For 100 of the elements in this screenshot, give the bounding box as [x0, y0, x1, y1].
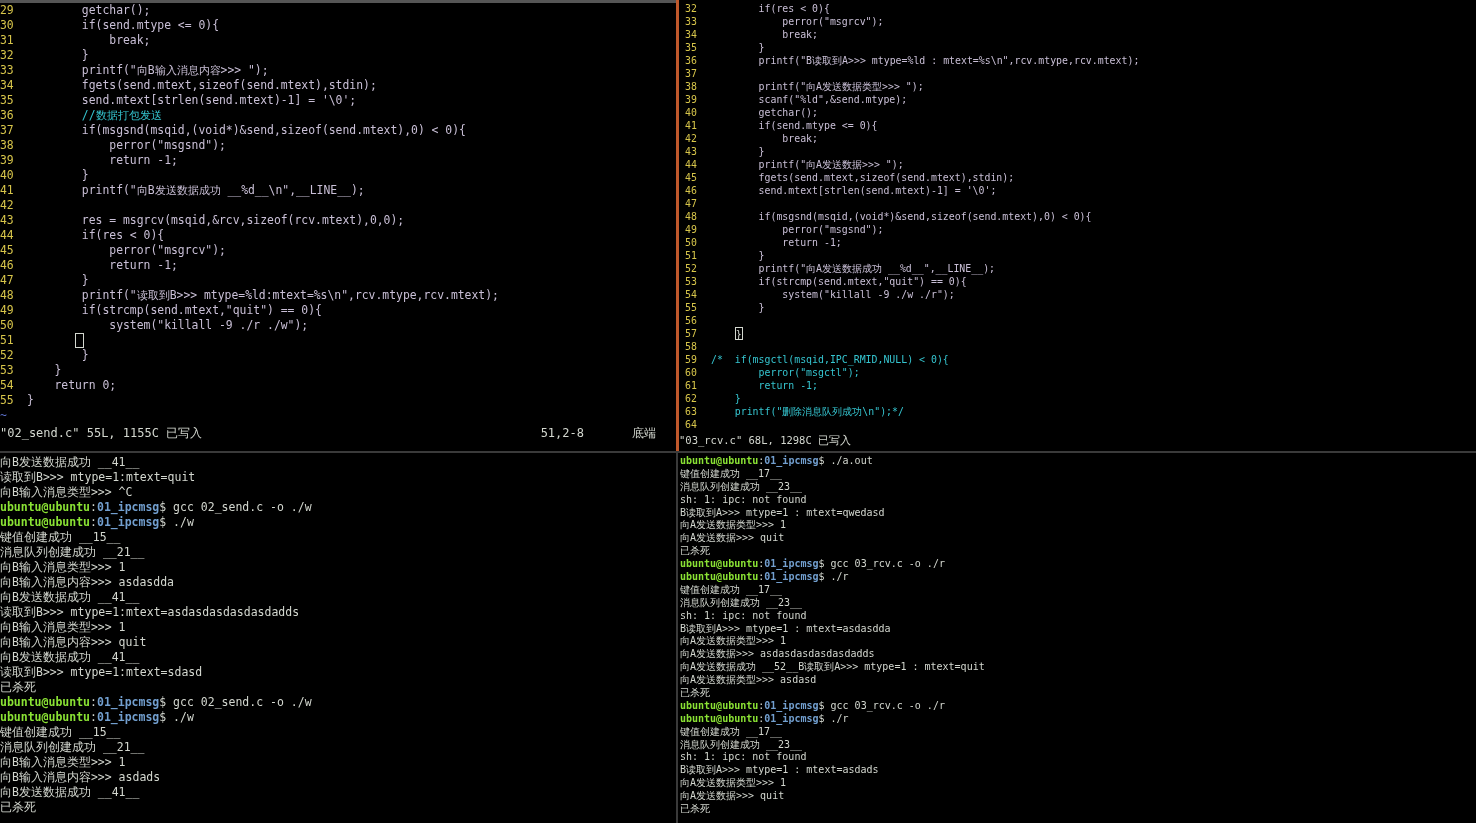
line-number: 39 [0, 153, 15, 168]
line-number: 49 [0, 303, 15, 318]
prompt-separator: : [90, 500, 97, 514]
line-number: 58 [684, 340, 698, 353]
prompt-path: 01_ipcmsg [96, 515, 160, 529]
terminal-output: 读取到B>>> mtype=1:mtext=quit [0, 470, 196, 484]
terminal-output: 向B输入消息类型>>> 1 [0, 620, 126, 634]
line-number: 42 [684, 132, 698, 145]
shell-command: $ ./r [818, 712, 849, 724]
prompt-user: ubuntu@ubuntu [0, 515, 90, 529]
code-line: if(send.mtype <= 0){ [80, 18, 220, 33]
code-line: return -1; [757, 379, 818, 392]
line-number: 37 [0, 123, 15, 138]
terminal-output: sh: 1: ipc: not found [680, 609, 807, 621]
terminal-output: 消息队列创建成功 __21__ [0, 740, 145, 754]
terminal-output: 向A发送数据>>> asdasdasdasdasdadds [680, 648, 875, 660]
line-number: 33 [684, 15, 698, 28]
terminal-output: 向A发送数据类型>>> 1 [680, 777, 787, 789]
code-line: perror("msgrcv"); [108, 243, 226, 258]
terminal-output: 读取到B>>> mtype=1:mtext=asdasdasdasdasdadds [0, 605, 300, 619]
terminal-output: 键值创建成功 __17__ [680, 583, 783, 595]
line-number: 47 [0, 273, 15, 288]
prompt-separator: : [758, 558, 765, 570]
code-line: if(strcmp(send.mtext,"quit") == 0){ [757, 275, 967, 288]
code-line: } [27, 393, 34, 408]
line-number: 36 [0, 108, 15, 123]
line-number: 45 [684, 171, 698, 184]
code-line: if(strcmp(send.mtext,"quit") == 0){ [80, 303, 322, 318]
cursor-position: 51,2-8 [540, 426, 584, 440]
prompt-path: 01_ipcmsg [96, 710, 160, 724]
code-line: if(msgsnd(msqid,(void*)&send,sizeof(send.mtext),0) < 0){ [80, 123, 466, 138]
terminal-output: 向A发送数据类型>>> 1 [680, 635, 787, 647]
empty-line-marker: ~ [0, 408, 7, 423]
code-line: return -1; [108, 258, 178, 273]
terminal-output: 消息队列创建成功 __21__ [0, 545, 145, 559]
line-number: 34 [0, 78, 15, 93]
line-number: 33 [0, 63, 15, 78]
code-line: perror("msgsnd"); [108, 138, 226, 153]
terminal-output: 向B输入消息类型>>> ^C [0, 485, 133, 499]
line-number: 50 [0, 318, 15, 333]
prompt-separator: : [758, 455, 765, 466]
code-line: if(send.mtype <= 0){ [757, 119, 878, 132]
terminal-output: 向B输入消息内容>>> quit [0, 635, 147, 649]
terminal-output: 向A发送数据类型>>> asdasd [680, 674, 817, 686]
code-line: perror("msgrcv"); [781, 15, 884, 28]
line-number: 37 [684, 67, 698, 80]
code-line: system("killall -9 ./w ./r"); [781, 288, 955, 301]
line-number: 51 [684, 249, 698, 262]
line-number: 50 [684, 236, 698, 249]
shell-command: $ ./w [159, 515, 194, 529]
code-line: } [757, 301, 765, 314]
file-info: "03_rcv.c" 68L, 1298C 已写入 [679, 434, 852, 448]
code-line: scanf("%ld",&send.mtype); [757, 93, 908, 106]
line-number: 60 [684, 366, 698, 379]
line-number: 61 [684, 379, 698, 392]
line-number: 36 [684, 54, 698, 67]
prompt-user: ubuntu@ubuntu [680, 699, 759, 711]
code-line: send.mtext[strlen(send.mtext)-1] = '\0'; [80, 93, 357, 108]
code-line: if(res < 0){ [80, 228, 165, 243]
code-line: } [757, 41, 765, 54]
code-line: system("killall -9 ./r ./w"); [108, 318, 309, 333]
prompt-separator: : [90, 710, 97, 724]
line-number: 56 [684, 314, 698, 327]
line-number: 35 [684, 41, 698, 54]
terminal-output: 已杀死 [0, 680, 36, 694]
prompt-user: ubuntu@ubuntu [0, 710, 90, 724]
terminal-output: 向B发送数据成功 __41__ [0, 455, 140, 469]
line-number: 38 [0, 138, 15, 153]
line-number: 47 [684, 197, 698, 210]
terminal-output: sh: 1: ipc: not found [680, 751, 807, 763]
line-number: 40 [684, 106, 698, 119]
terminal-output: 键值创建成功 __15__ [0, 530, 121, 544]
code-line: perror("msgsnd"); [781, 223, 884, 236]
line-number: 52 [0, 348, 15, 363]
line-number: 46 [0, 258, 15, 273]
terminal-output: 键值创建成功 __17__ [680, 467, 783, 479]
line-number: 42 [0, 198, 15, 213]
line-number: 40 [0, 168, 15, 183]
prompt-path: 01_ipcmsg [764, 712, 819, 724]
code-line: if(res < 0){ [757, 2, 830, 15]
scroll-position: 底端 [632, 424, 656, 442]
code-line: printf("向B发送数据成功 __%d__\n",__LINE__); [80, 183, 365, 198]
code-line: res = msgrcv(msqid,&rcv,sizeof(rcv.mtext),0,0); [80, 213, 405, 228]
code-line: printf("向B输入消息内容>>> "); [80, 63, 269, 78]
prompt-user: ubuntu@ubuntu [0, 500, 90, 514]
prompt-user: ubuntu@ubuntu [0, 695, 90, 709]
shell-command: $ ./w [159, 710, 194, 724]
line-number: 48 [0, 288, 15, 303]
terminal-output: 向B输入消息内容>>> asdads [0, 770, 161, 784]
line-number: 38 [684, 80, 698, 93]
code-line: break; [781, 28, 818, 41]
prompt-user: ubuntu@ubuntu [680, 558, 759, 570]
terminal-output: 键值创建成功 __15__ [0, 725, 121, 739]
terminal-output: 向B发送数据成功 __41__ [0, 590, 140, 604]
line-number: 44 [0, 228, 15, 243]
terminal-output: B读取到A>>> mtype=1 : mtext=asdasdda [680, 622, 891, 634]
line-number: 43 [0, 213, 15, 228]
line-number: 34 [684, 28, 698, 41]
code-line: send.mtext[strlen(send.mtext)-1] = '\0'; [757, 184, 997, 197]
code-line: getchar(); [757, 106, 818, 119]
